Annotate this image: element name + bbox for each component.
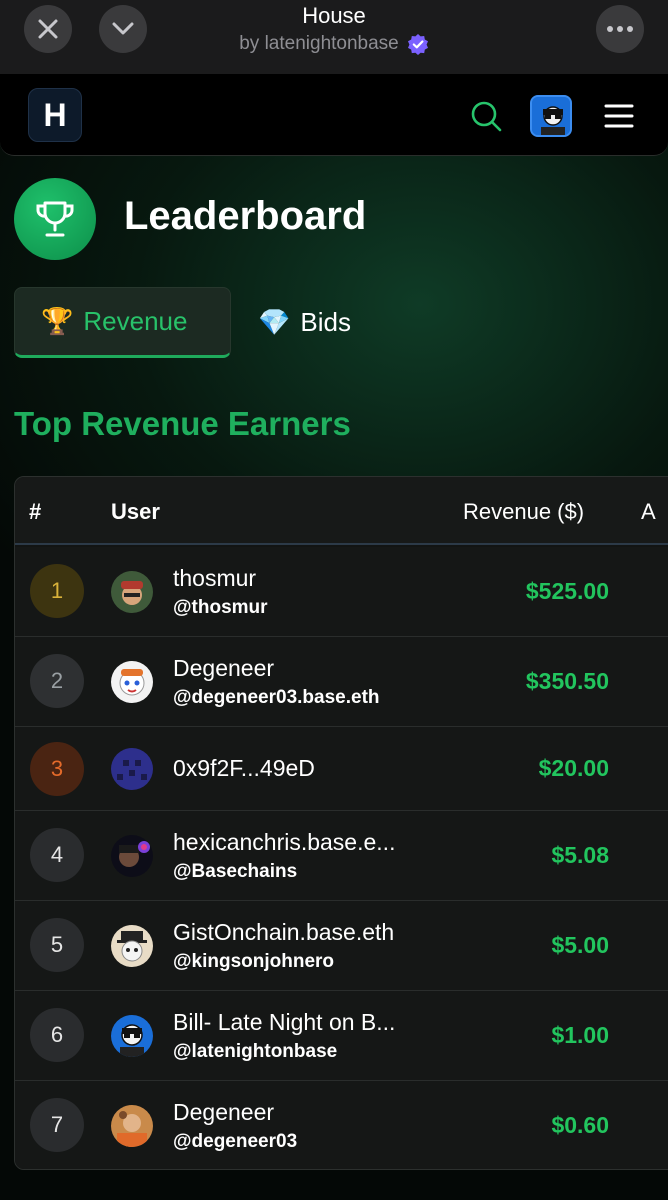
user-handle: @degeneer03.base.eth [173, 687, 380, 708]
table-row[interactable]: 2 Degeneer @degeneer03.base.eth $350.50 [15, 637, 668, 727]
tab-bids-label: Bids [300, 307, 351, 337]
rank-badge: 1 [30, 564, 84, 618]
rank-badge: 3 [30, 742, 84, 796]
table-row[interactable]: 3 0x9f2F...49eD $20.00 [15, 727, 668, 811]
more-button[interactable] [596, 5, 644, 53]
user-avatar [111, 1105, 153, 1147]
house-logo[interactable]: H [28, 88, 82, 142]
table-row[interactable]: 6 Bill- Late Night on B... @latenightonb… [15, 991, 668, 1081]
table-row[interactable]: 1 thosmur @thosmur $525.00 [15, 547, 668, 637]
rank-badge: 6 [30, 1008, 84, 1062]
page-title: Leaderboard [124, 194, 367, 238]
user-name: Bill- Late Night on B... [173, 1009, 396, 1035]
section-title: Top Revenue Earners [14, 405, 351, 442]
app-body: H Leaderboard 🏆 Revenue 💎 Bids Top Reven… [0, 74, 668, 1200]
user-handle: @Basechains [173, 861, 298, 882]
profile-avatar[interactable] [530, 95, 572, 137]
col-user-header: User [111, 499, 160, 524]
user-address: 0x9f2F...49eD [173, 755, 315, 781]
miniapp-subtitle-row: by latenightonbase [0, 33, 668, 55]
leaderboard-table: # User Revenue ($) A 1 thosmur @thosmur … [14, 476, 668, 1170]
table-row[interactable]: 7 Degeneer @degeneer03 $0.60 [15, 1081, 668, 1169]
user-name: hexicanchris.base.e... [173, 829, 396, 855]
revenue-value: $20.00 [538, 755, 609, 781]
more-icon [607, 26, 633, 32]
verified-badge-icon [407, 34, 428, 55]
user-avatar [111, 835, 153, 877]
user-avatar [111, 1015, 153, 1057]
tab-revenue[interactable]: 🏆 Revenue [14, 287, 231, 358]
revenue-value: $5.08 [551, 842, 609, 868]
col-revenue-header[interactable]: Revenue ($) [463, 499, 584, 525]
search-icon[interactable] [470, 100, 502, 132]
app-header: H [0, 74, 668, 156]
avatar-image [532, 97, 570, 135]
hamburger-icon[interactable] [604, 104, 634, 128]
user-name: thosmur [173, 565, 257, 591]
rank-badge: 2 [30, 654, 84, 708]
tab-bids[interactable]: 💎 Bids [258, 287, 351, 358]
col-rank-header: # [29, 499, 42, 524]
miniapp-title: House [302, 3, 366, 28]
table-row[interactable]: 4 hexicanchris.base.e... @Basechains $5.… [15, 811, 668, 901]
user-avatar [111, 571, 153, 613]
table-header: # User Revenue ($) A [15, 477, 668, 545]
miniapp-topbar: House by latenightonbase [0, 0, 668, 74]
user-name: GistOnchain.base.eth [173, 919, 395, 945]
user-name: Degeneer [173, 655, 275, 681]
rank-badge: 7 [30, 1098, 84, 1152]
revenue-value: $1.00 [551, 1022, 609, 1048]
user-avatar [111, 748, 153, 790]
miniapp-subtitle: by latenightonbase [239, 33, 399, 54]
user-handle: @thosmur [173, 597, 268, 618]
user-avatar [111, 925, 153, 967]
rank-badge: 5 [30, 918, 84, 972]
revenue-value: $0.60 [551, 1112, 609, 1138]
user-handle: @latenightonbase [173, 1041, 338, 1062]
revenue-value: $525.00 [525, 578, 609, 604]
user-name: Degeneer [173, 1099, 275, 1125]
revenue-value: $350.50 [525, 668, 609, 694]
diamond-emoji-icon: 💎 [258, 307, 291, 337]
user-avatar [111, 661, 153, 703]
user-handle: @kingsonjohnero [173, 951, 335, 972]
tab-revenue-label: Revenue [83, 306, 188, 336]
trophy-emoji-icon: 🏆 [41, 306, 74, 336]
rank-badge: 4 [30, 828, 84, 882]
col-extra-header: A [641, 499, 656, 524]
trophy-icon [36, 201, 74, 237]
user-handle: @degeneer03 [173, 1131, 298, 1152]
table-row[interactable]: 5 GistOnchain.base.eth @kingsonjohnero $… [15, 901, 668, 991]
leaderboard-badge [14, 178, 96, 260]
revenue-value: $5.00 [551, 932, 609, 958]
